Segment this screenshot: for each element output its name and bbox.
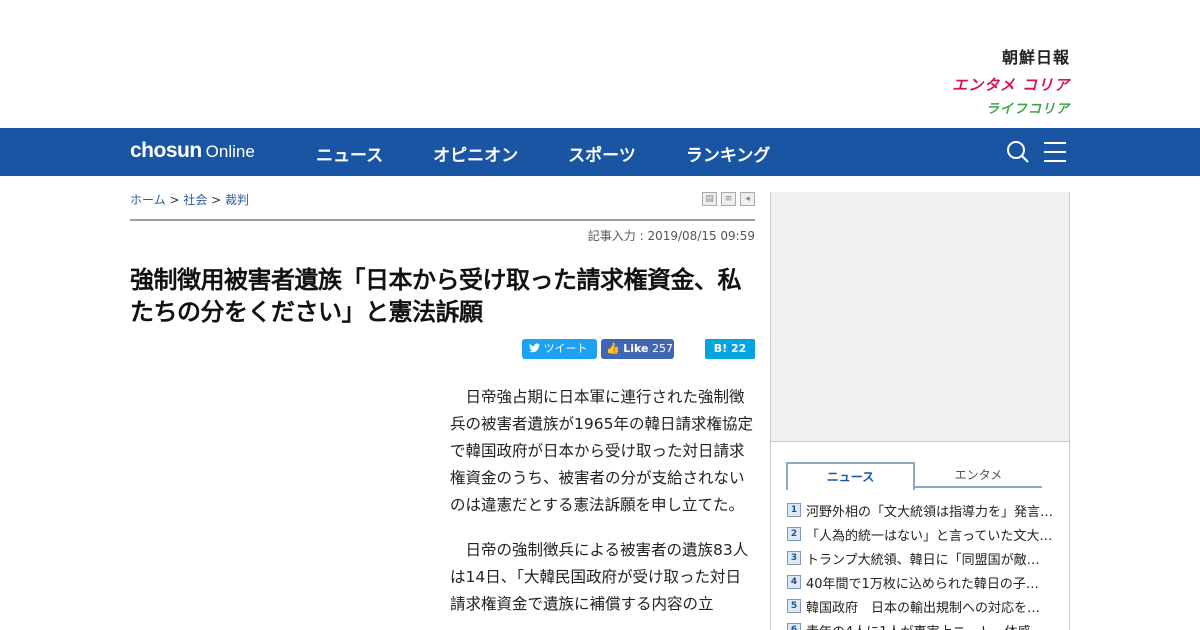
- top-header: 朝鮮日報 エンタメ コリア ライフコリア: [0, 0, 1200, 128]
- family-site-logos: 朝鮮日報 エンタメ コリア ライフコリア: [952, 44, 1070, 117]
- tab-news[interactable]: ニュース: [786, 462, 915, 490]
- ranking-title: 河野外相の「文大統領は指導力を」発言…: [806, 504, 1054, 520]
- list-item[interactable]: 5 韓国政府 日本の輸出規制への対応を…: [787, 594, 1057, 618]
- twitter-icon: [529, 343, 540, 353]
- nav-item-ranking[interactable]: ランキング: [686, 141, 771, 166]
- font-size-icon[interactable]: ≡: [721, 192, 736, 206]
- article-date: 記事入力 : 2019/08/15 09:59: [587, 229, 755, 243]
- breadcrumb-section[interactable]: 社会: [183, 193, 207, 207]
- like-count: 257: [651, 342, 673, 355]
- list-item[interactable]: 4 40年間で1万枚に込められた韓日の子…: [787, 570, 1057, 594]
- article-tools: ▤ ≡ ◂: [698, 192, 755, 206]
- paragraph: 日帝強占期に日本軍に連行された強制徴兵の被害者遺族が1965年の韓日請求権協定で…: [450, 388, 753, 514]
- right-sidebar: ニュース エンタメ 1 河野外相の「文大統領は指導力を」発言… 2 「人為的統一はな…: [770, 192, 1070, 630]
- nav-item-sports[interactable]: スポーツ: [568, 141, 636, 166]
- ranking-title: 「人為的統一はない」と言っていた文大統領…: [806, 528, 1057, 544]
- article-headline: 強制徴用被害者遺族「日本から受け取った請求権資金、私たちの分をください」と憲法訴…: [130, 266, 742, 326]
- print-icon[interactable]: ▤: [702, 192, 717, 206]
- hatena-bookmark-button[interactable]: B! 22: [705, 339, 755, 359]
- breadcrumb-home[interactable]: ホーム: [130, 193, 166, 207]
- brand-light: Online: [205, 142, 255, 161]
- hatena-icon: B!: [713, 342, 728, 355]
- rank-number: 1: [787, 503, 801, 517]
- ranking-title: 韓国政府 日本の輸出規制への対応を…: [806, 600, 1041, 616]
- social-share-bar: ツイート 👍 Like 257 B! 22: [515, 339, 755, 359]
- rank-number: 3: [787, 551, 801, 565]
- paragraph: 日帝の強制徴兵による被害者の遺族83人は14日、「大韓民国政府が受け取った対日請…: [450, 541, 749, 613]
- life-korea-logo[interactable]: ライフコリア: [952, 98, 1070, 117]
- entame-korea-logo[interactable]: エンタメ コリア: [952, 74, 1070, 95]
- tweet-label: ツイート: [543, 342, 588, 355]
- breadcrumb-separator: >: [165, 193, 184, 207]
- tab-entame[interactable]: エンタメ: [915, 462, 1042, 488]
- nav-menu: ニュース オピニオン スポーツ ランキング: [316, 141, 820, 166]
- list-item[interactable]: 1 河野外相の「文大統領は指導力を」発言…: [787, 498, 1057, 522]
- ranking-title: 青年の4人に1人が事実上ニート 体感…: [806, 621, 1044, 630]
- back-icon[interactable]: ◂: [740, 192, 755, 206]
- ranking-tabs: ニュース エンタメ: [786, 462, 1042, 490]
- article: ホーム > 社会 > 裁判 ▤ ≡ ◂ 記事入力 : 2019/08/15 09…: [130, 176, 755, 613]
- nav-item-opinion[interactable]: オピニオン: [433, 141, 518, 166]
- like-label: Like: [623, 342, 649, 355]
- list-item[interactable]: 6 青年の4人に1人が事実上ニート 体感…: [787, 618, 1057, 630]
- ranking-list: 1 河野外相の「文大統領は指導力を」発言… 2 「人為的統一はない」と言っていた文大…: [787, 498, 1057, 630]
- hamburger-icon[interactable]: [1044, 142, 1066, 162]
- chosun-ilbo-logo[interactable]: 朝鮮日報: [952, 44, 1070, 68]
- ranking-title: 40年間で1万枚に込められた韓日の子…: [806, 576, 1039, 592]
- main-nav: chosun Online ニュース オピニオン スポーツ ランキング: [0, 128, 1200, 176]
- rank-number: 5: [787, 599, 801, 613]
- list-item[interactable]: 3 トランプ大統領、韓日に「同盟国が敵…: [787, 546, 1057, 570]
- ranking-title: トランプ大統領、韓日に「同盟国が敵…: [806, 552, 1040, 568]
- nav-item-news[interactable]: ニュース: [316, 141, 383, 166]
- list-item[interactable]: 2 「人為的統一はない」と言っていた文大統領…: [787, 522, 1057, 546]
- rank-number: 4: [787, 575, 801, 589]
- search-icon[interactable]: [1006, 140, 1030, 164]
- breadcrumb: ホーム > 社会 > 裁判: [130, 191, 755, 208]
- chosun-online-logo[interactable]: chosun Online: [130, 139, 255, 163]
- thumbs-up-icon: 👍: [606, 342, 620, 355]
- facebook-like-button[interactable]: 👍 Like 257: [601, 339, 674, 359]
- ad-slot: [771, 192, 1069, 442]
- rank-number: 6: [787, 623, 801, 630]
- breadcrumb-separator: >: [207, 193, 226, 207]
- hatena-count: 22: [730, 342, 747, 355]
- tweet-button[interactable]: ツイート: [522, 339, 597, 359]
- brand-bold: chosun: [130, 139, 202, 162]
- article-body: 日帝強占期に日本軍に連行された強制徴兵の被害者遺族が1965年の韓日請求権協定で…: [450, 384, 755, 630]
- rank-number: 2: [787, 527, 801, 541]
- breadcrumb-subsection[interactable]: 裁判: [225, 193, 249, 207]
- divider: [130, 219, 755, 221]
